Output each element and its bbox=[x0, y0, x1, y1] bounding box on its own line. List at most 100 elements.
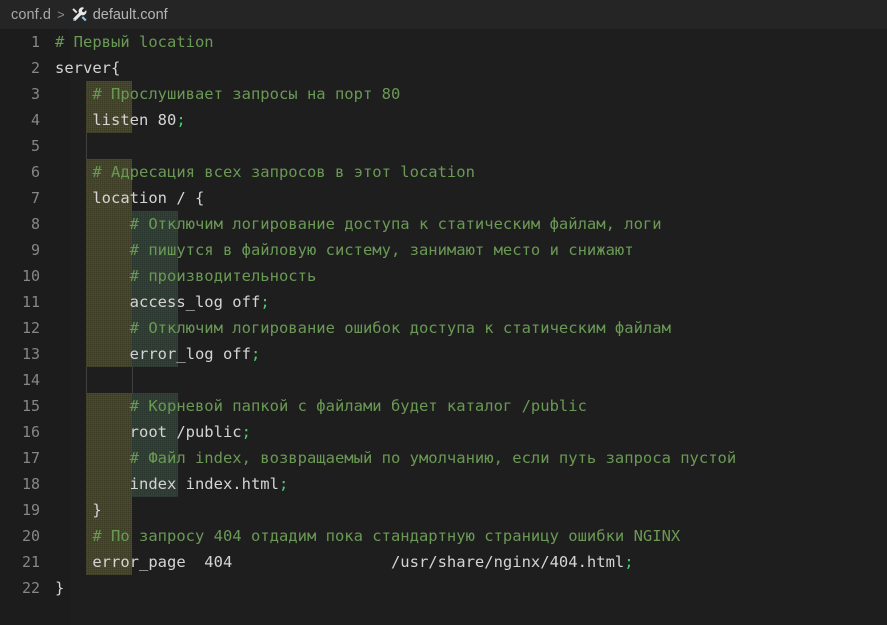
code-token: location / { bbox=[55, 189, 205, 207]
code-token: # Адресация всех запросов в этот locatio… bbox=[55, 163, 475, 181]
code-token: server bbox=[55, 59, 111, 77]
code-token: index index.html bbox=[55, 475, 279, 493]
line-number: 9 bbox=[30, 241, 40, 259]
code-line-text[interactable]: # Первый location bbox=[55, 29, 214, 55]
code-line[interactable]: 17 # Файл index, возвращаемый по умолчан… bbox=[0, 445, 887, 471]
code-line[interactable]: 21 error_page 404 /usr/share/nginx/404.h… bbox=[0, 549, 887, 575]
breadcrumb-file[interactable]: default.conf bbox=[93, 7, 168, 23]
code-line[interactable]: 14 bbox=[0, 367, 887, 393]
code-line-text[interactable]: access_log off; bbox=[55, 289, 270, 315]
code-token: # Отключим логирование доступа к статиче… bbox=[55, 215, 662, 233]
code-token: error_log off bbox=[55, 345, 251, 363]
code-line-text[interactable]: error_page 404 /usr/share/nginx/404.html… bbox=[55, 549, 634, 575]
code-token: { bbox=[111, 59, 121, 77]
breadcrumb-folder[interactable]: conf.d bbox=[11, 7, 51, 23]
code-token: access_log off bbox=[55, 293, 261, 311]
indent-guide-line-1 bbox=[86, 367, 87, 393]
code-token: # Отключим логирование ошибок доступа к … bbox=[55, 319, 671, 337]
line-number: 8 bbox=[30, 215, 40, 233]
line-number: 14 bbox=[21, 371, 40, 389]
code-line[interactable]: 9 # пишутся в файловую систему, занимают… bbox=[0, 237, 887, 263]
code-line[interactable]: 19 } bbox=[0, 497, 887, 523]
code-line[interactable]: 7 location / { bbox=[0, 185, 887, 211]
line-number: 1 bbox=[30, 33, 40, 51]
line-number: 20 bbox=[21, 527, 40, 545]
code-line[interactable]: 12 # Отключим логирование ошибок доступа… bbox=[0, 315, 887, 341]
line-number: 17 bbox=[21, 449, 40, 467]
line-number: 12 bbox=[21, 319, 40, 337]
code-line[interactable]: 5 bbox=[0, 133, 887, 159]
line-number: 4 bbox=[30, 111, 40, 129]
indent-guide-line-1 bbox=[86, 133, 87, 159]
code-line[interactable]: 1 # Первый location bbox=[0, 29, 887, 55]
indent-guide-line-2 bbox=[132, 367, 133, 393]
code-line-text[interactable]: } bbox=[55, 497, 102, 523]
code-line[interactable]: 3 # Прослушивает запросы на порт 80 bbox=[0, 81, 887, 107]
code-line[interactable]: 16 root /public; bbox=[0, 419, 887, 445]
code-line-text[interactable]: # Адресация всех запросов в этот locatio… bbox=[55, 159, 475, 185]
code-token: ; bbox=[176, 111, 186, 129]
code-line[interactable]: 6 # Адресация всех запросов в этот locat… bbox=[0, 159, 887, 185]
code-line-text[interactable]: # Корневой папкой с файлами будет катало… bbox=[55, 393, 587, 419]
line-number: 15 bbox=[21, 397, 40, 415]
code-token: ; bbox=[624, 553, 634, 571]
code-token: } bbox=[55, 579, 65, 597]
code-line-text[interactable]: # Отключим логирование ошибок доступа к … bbox=[55, 315, 671, 341]
line-number: 7 bbox=[30, 189, 40, 207]
code-line[interactable]: 15 # Корневой папкой с файлами будет кат… bbox=[0, 393, 887, 419]
code-token: root /public bbox=[55, 423, 242, 441]
code-token: ; bbox=[278, 475, 289, 493]
code-line-text[interactable]: root /public; bbox=[55, 419, 251, 445]
code-token: # Корневой папкой с файлами будет катало… bbox=[55, 397, 587, 415]
line-number: 11 bbox=[21, 293, 40, 311]
code-token: # По запросу 404 отдадим пока стандартну… bbox=[55, 527, 681, 545]
line-number: 19 bbox=[21, 501, 40, 519]
code-line-text[interactable]: listen 80; bbox=[55, 107, 186, 133]
code-line[interactable]: 13 error_log off; bbox=[0, 341, 887, 367]
code-token: ; bbox=[260, 293, 270, 311]
line-number: 21 bbox=[21, 553, 40, 571]
code-line-text[interactable]: } bbox=[55, 575, 64, 601]
code-token: listen 80 bbox=[55, 111, 177, 129]
code-token: ; bbox=[250, 345, 261, 363]
code-line-text[interactable]: # производительность bbox=[55, 263, 317, 289]
code-line[interactable]: 4 listen 80; bbox=[0, 107, 887, 133]
code-token: } bbox=[55, 501, 102, 519]
code-line-text[interactable]: error_log off; bbox=[55, 341, 261, 367]
code-token: ; bbox=[241, 423, 251, 441]
code-line[interactable]: 22} bbox=[0, 575, 887, 601]
line-number: 6 bbox=[30, 163, 40, 181]
code-token: error_page 404 /usr/share/nginx/404.html bbox=[55, 553, 625, 571]
code-line[interactable]: 2 server{ bbox=[0, 55, 887, 81]
code-line-text[interactable]: # Файл index, возвращаемый по умолчанию,… bbox=[55, 445, 737, 471]
chevron-right-icon: > bbox=[57, 7, 65, 22]
code-token: # Первый location bbox=[55, 33, 214, 51]
code-line-text[interactable]: # Отключим логирование доступа к статиче… bbox=[55, 211, 662, 237]
line-number: 13 bbox=[21, 345, 40, 363]
breadcrumb: conf.d > default.conf bbox=[0, 0, 887, 29]
code-line-text[interactable]: index index.html; bbox=[55, 471, 289, 497]
code-token: # Файл index, возвращаемый по умолчанию,… bbox=[55, 449, 737, 467]
line-number: 22 bbox=[21, 579, 40, 597]
code-line[interactable]: 10 # производительность bbox=[0, 263, 887, 289]
code-line-text[interactable]: # По запросу 404 отдадим пока стандартну… bbox=[55, 523, 680, 549]
tools-icon bbox=[71, 6, 88, 23]
line-number: 18 bbox=[21, 475, 40, 493]
code-line[interactable]: 8 # Отключим логирование доступа к стати… bbox=[0, 211, 887, 237]
line-number: 2 bbox=[30, 59, 40, 77]
line-number: 10 bbox=[21, 267, 40, 285]
code-line-text[interactable]: # Прослушивает запросы на порт 80 bbox=[55, 81, 400, 107]
code-token: # Прослушивает запросы на порт 80 bbox=[55, 85, 401, 103]
code-line[interactable]: 18 index index.html; bbox=[0, 471, 887, 497]
code-line-text[interactable]: # пишутся в файловую систему, занимают м… bbox=[55, 237, 634, 263]
code-line[interactable]: 11 access_log off; bbox=[0, 289, 887, 315]
code-line[interactable]: 20 # По запросу 404 отдадим пока стандар… bbox=[0, 523, 887, 549]
line-number: 5 bbox=[30, 137, 40, 155]
code-line-text[interactable]: location / { bbox=[55, 185, 204, 211]
line-number: 3 bbox=[30, 85, 40, 103]
code-editor[interactable]: 1 # Первый location 2 server{3 # Прослушива… bbox=[0, 29, 887, 625]
code-line-list: 1 # Первый location 2 server{3 # Прослушива… bbox=[0, 29, 887, 601]
code-token: # пишутся в файловую систему, занимают м… bbox=[55, 241, 634, 259]
line-number: 16 bbox=[21, 423, 40, 441]
code-line-text[interactable]: server{ bbox=[55, 55, 120, 81]
